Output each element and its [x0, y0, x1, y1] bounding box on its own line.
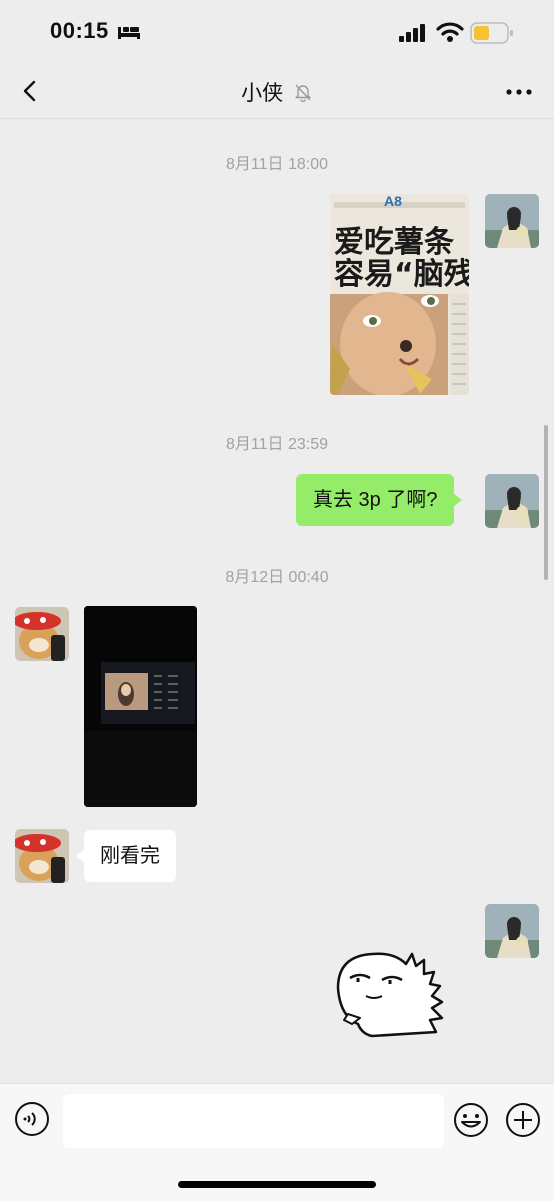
- news-headline-2: 容易“脑残: [334, 257, 469, 292]
- my-avatar[interactable]: [485, 474, 539, 528]
- chat-title: 小侠: [241, 82, 284, 105]
- message-input[interactable]: [63, 1094, 444, 1148]
- contact-avatar[interactable]: [15, 607, 69, 661]
- sticker-dinosaur[interactable]: [332, 948, 457, 1040]
- scroll-indicator[interactable]: [544, 425, 548, 580]
- news-tag: A8: [384, 194, 402, 209]
- contact-avatar[interactable]: [15, 829, 69, 883]
- sent-image-news[interactable]: A8 爱吃薯条 容易“脑残: [330, 194, 469, 395]
- bell-slash-icon: [295, 84, 311, 102]
- more-button[interactable]: [504, 80, 534, 104]
- message-bubble-incoming[interactable]: 刚看完: [76, 830, 176, 882]
- chat-title-wrap: 小侠: [0, 77, 554, 107]
- plus-icon[interactable]: [504, 1101, 542, 1139]
- signal-icon: [399, 24, 425, 42]
- message-timestamp: 8月11日 23:59: [226, 436, 328, 453]
- message-timestamp: 8月11日 18:00: [226, 156, 328, 173]
- my-avatar[interactable]: [485, 904, 539, 958]
- status-time: 00:15: [50, 18, 109, 43]
- chat-header: 小侠: [0, 64, 554, 119]
- emoji-icon[interactable]: [452, 1101, 490, 1139]
- wifi-icon: [436, 22, 464, 42]
- battery-icon: [470, 22, 513, 44]
- news-headline-1: 爱吃薯条: [334, 225, 454, 260]
- sleep-focus-icon: [118, 27, 140, 39]
- message-bubble-outgoing[interactable]: 真去 3p 了啊?: [296, 474, 463, 526]
- voice-icon[interactable]: [14, 1101, 50, 1137]
- my-avatar[interactable]: [485, 194, 539, 248]
- home-indicator[interactable]: [178, 1181, 376, 1188]
- status-bar: 00:15: [0, 0, 554, 64]
- received-image-cinema[interactable]: [84, 606, 197, 807]
- message-timestamp: 8月12日 00:40: [225, 569, 329, 586]
